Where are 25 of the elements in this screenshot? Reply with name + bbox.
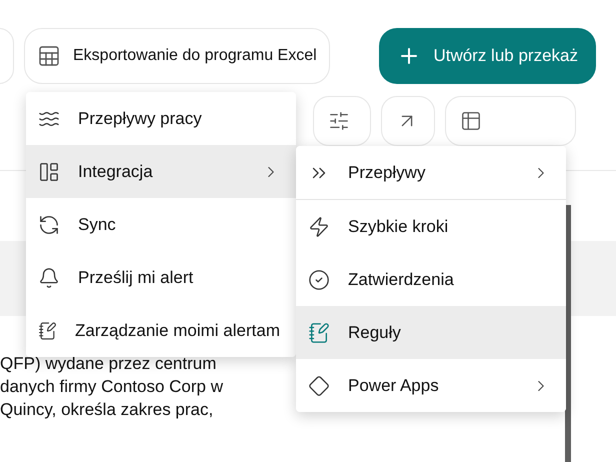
menu-item[interactable]: Power Apps bbox=[296, 359, 566, 412]
check-circle-icon bbox=[308, 268, 330, 290]
create-button[interactable]: Utwórz lub przekaż bbox=[379, 28, 596, 84]
menu-item[interactable]: Przepływy pracy bbox=[26, 92, 296, 145]
details-button[interactable] bbox=[444, 96, 576, 146]
table-icon bbox=[460, 110, 482, 132]
menu-item[interactable]: Zatwierdzenia bbox=[296, 253, 566, 306]
notepad-pen-icon bbox=[308, 322, 330, 344]
menu-item[interactable]: Zarządzanie moimi alertam bbox=[26, 304, 296, 357]
menu-item[interactable]: Szybkie kroki bbox=[296, 200, 566, 253]
export-button[interactable]: Eksportowanie do programu Excel bbox=[24, 28, 330, 84]
menu-item[interactable]: Przepływy bbox=[296, 146, 566, 200]
sync-icon bbox=[38, 214, 60, 236]
sliders-icon bbox=[328, 110, 350, 132]
menu-item[interactable]: Integracja bbox=[26, 145, 296, 198]
lightning-icon bbox=[308, 216, 330, 238]
menu-item[interactable]: Reguły bbox=[296, 306, 566, 359]
spreadsheet-icon bbox=[37, 44, 61, 68]
panels-icon bbox=[38, 160, 60, 182]
menu-item[interactable]: Sync bbox=[26, 198, 296, 251]
notepad-pen-icon bbox=[38, 320, 57, 342]
bell-icon bbox=[38, 266, 60, 288]
filter-button[interactable] bbox=[313, 96, 371, 146]
menu-item[interactable]: Prześlij mi alert bbox=[26, 251, 296, 304]
diamond-icon bbox=[308, 374, 330, 396]
